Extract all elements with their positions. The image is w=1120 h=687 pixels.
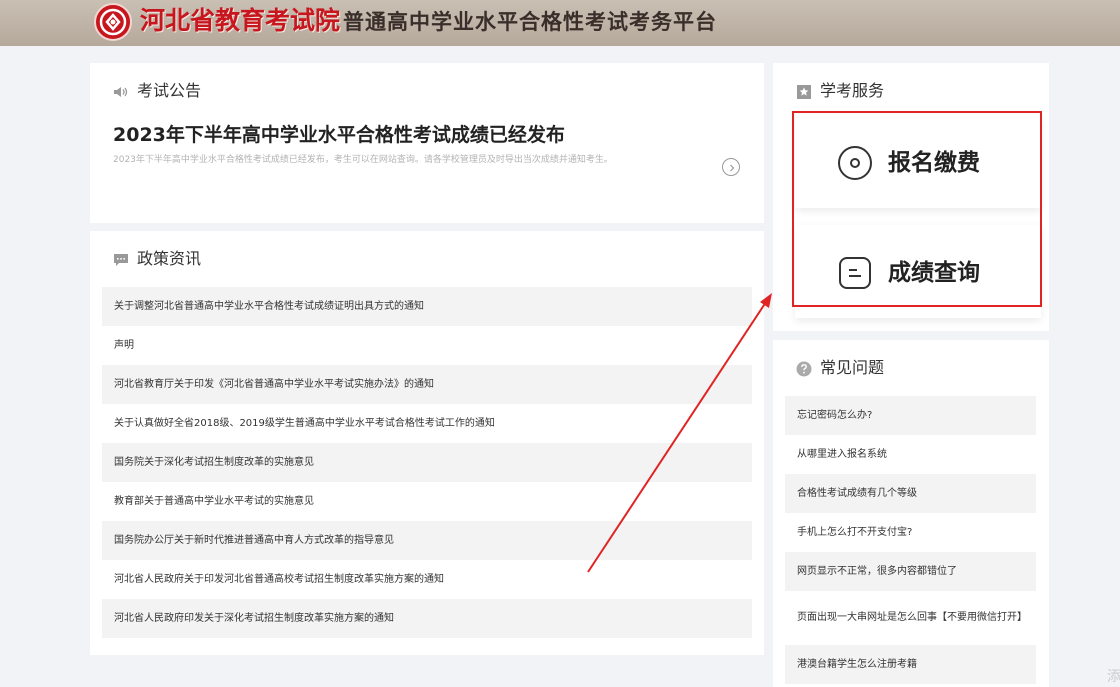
policy-list-item[interactable]: 声明 (102, 326, 752, 365)
policy-list-item[interactable]: 国务院关于深化考试招生制度改革的实施意见 (102, 443, 752, 482)
policy-list-item[interactable]: 教育部关于普通高中学业水平考试的实施意见 (102, 482, 752, 521)
faq-list-item[interactable]: 手机上怎么打不开支付宝? (785, 513, 1036, 552)
policy-list-item[interactable]: 河北省教育厅关于印发《河北省普通高中学业水平考试实施办法》的通知 (102, 365, 752, 404)
speaker-icon (113, 84, 129, 104)
policy-list-item[interactable]: 关于调整河北省普通高中学业水平合格性考试成绩证明出具方式的通知 (102, 287, 752, 326)
announcement-card: 考试公告 2023年下半年高中学业水平合格性考试成绩已经发布 2023年下半年高… (90, 63, 764, 223)
policy-list-item[interactable]: 河北省人民政府印发关于深化考试招生制度改革实施方案的通知 (102, 599, 752, 638)
faq-list-item[interactable]: 合格性考试成绩有几个等级 (785, 474, 1036, 513)
target-icon (837, 145, 873, 185)
service-title-text: 学考服务 (820, 81, 885, 100)
faq-title-text: 常见问题 (820, 358, 885, 377)
question-icon (796, 361, 812, 382)
faq-list-item[interactable]: 页面出现一大串网址是怎么回事【不要用微信打开】 (785, 591, 1036, 645)
announcement-headline[interactable]: 2023年下半年高中学业水平合格性考试成绩已经发布 (113, 120, 565, 147)
faq-list: 忘记密码怎么办? 从哪里进入报名系统 合格性考试成绩有几个等级 手机上怎么打不开… (785, 396, 1036, 684)
faq-list-item[interactable]: 从哪里进入报名系统 (785, 435, 1036, 474)
watermark-text: 添 (1107, 669, 1120, 685)
document-icon (837, 255, 873, 295)
policy-list-item[interactable]: 国务院办公厅关于新时代推进普通高中育人方式改革的指导意见 (102, 521, 752, 560)
policy-card: 政策资讯 关于调整河北省普通高中学业水平合格性考试成绩证明出具方式的通知 声明 … (90, 231, 764, 655)
register-pay-label: 报名缴费 (888, 150, 980, 176)
message-icon (113, 252, 129, 272)
announcement-more-arrow-icon[interactable] (722, 158, 740, 176)
policy-title-text: 政策资讯 (137, 249, 202, 268)
policy-list: 关于调整河北省普通高中学业水平合格性考试成绩证明出具方式的通知 声明 河北省教育… (102, 287, 752, 638)
service-card: 学考服务 报名缴费 成绩查询 (773, 63, 1049, 331)
score-query-button[interactable]: 成绩查询 (795, 225, 1041, 318)
announcement-title-text: 考试公告 (137, 81, 202, 100)
logo-emblem-icon[interactable] (94, 3, 132, 41)
faq-list-item[interactable]: 忘记密码怎么办? (785, 396, 1036, 435)
policy-list-item[interactable]: 河北省人民政府关于印发河北省普通高校考试招生制度改革实施方案的通知 (102, 560, 752, 599)
faq-list-item[interactable]: 网页显示不正常，很多内容都错位了 (785, 552, 1036, 591)
logo-text[interactable]: 河北省教育考试院 (140, 5, 340, 37)
header-bar: 河北省教育考试院 普通高中学业水平合格性考试考务平台 (0, 0, 1120, 46)
bookmark-icon (796, 84, 812, 105)
faq-card: 常见问题 忘记密码怎么办? 从哪里进入报名系统 合格性考试成绩有几个等级 手机上… (773, 340, 1049, 687)
faq-list-item[interactable]: 港澳台籍学生怎么注册考籍 (785, 645, 1036, 684)
policy-list-item[interactable]: 关于认真做好全省2018级、2019级学生普通高中学业水平考试合格性考试工作的通… (102, 404, 752, 443)
platform-title: 普通高中学业水平合格性考试考务平台 (343, 10, 717, 34)
announcement-summary: 2023年下半年高中学业水平合格性考试成绩已经发布，考生可以在网站查询。请各学校… (113, 155, 613, 165)
score-query-label: 成绩查询 (888, 260, 980, 286)
register-pay-button[interactable]: 报名缴费 (795, 115, 1041, 208)
